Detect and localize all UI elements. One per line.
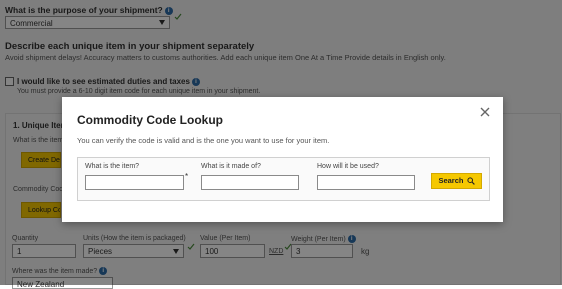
material-field-label: What is it made of? [201,163,261,170]
search-icon [466,177,475,185]
close-icon[interactable] [477,104,493,120]
material-field-input[interactable] [201,175,299,190]
commodity-code-modal: Commodity Code Lookup You can verify the… [62,97,503,222]
item-field-label: What is the item? [85,163,140,170]
item-field-input[interactable] [85,175,184,190]
usage-field-input[interactable] [317,175,415,190]
required-asterisk: * [185,172,189,181]
modal-title: Commodity Code Lookup [77,113,223,127]
modal-description: You can verify the code is valid and is … [77,136,330,145]
search-button[interactable]: Search [431,173,482,189]
usage-field-label: How will it be used? [317,163,379,170]
